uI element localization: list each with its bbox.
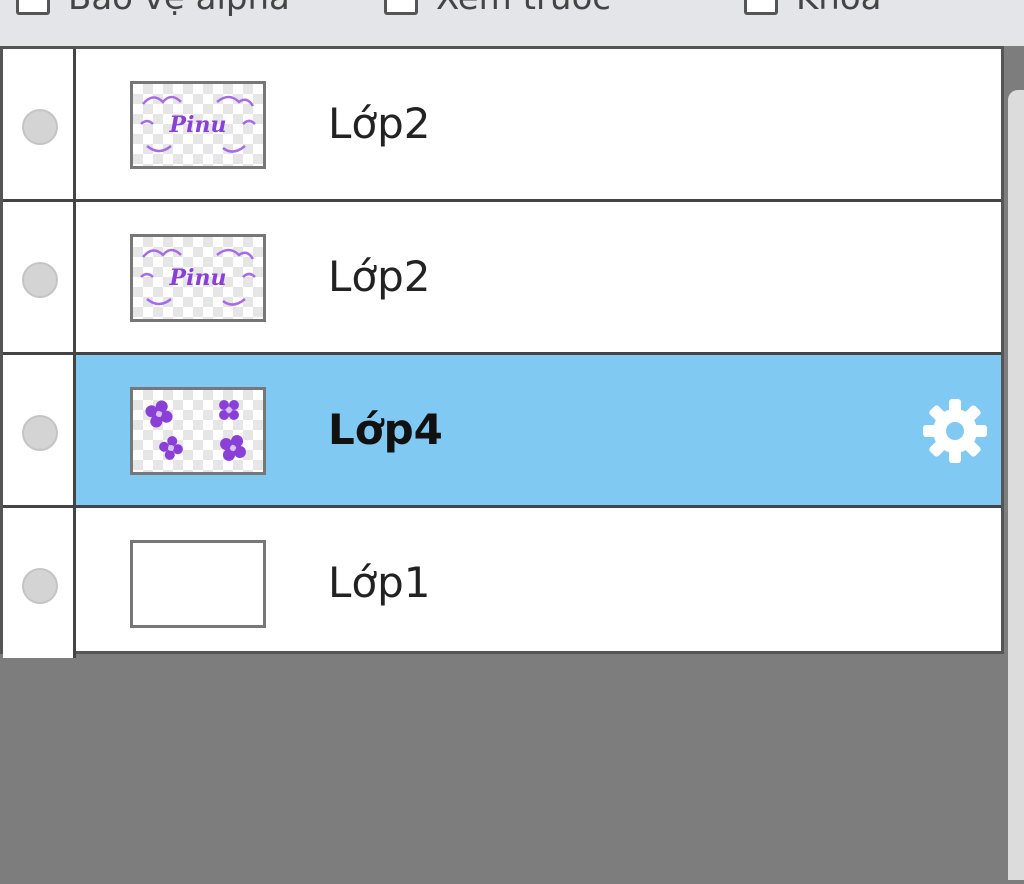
lock-checkbox[interactable] bbox=[744, 0, 778, 15]
alpha-protect-option[interactable]: Bảo vệ alpha bbox=[16, 0, 290, 18]
text-art-icon: Pinu bbox=[140, 95, 256, 153]
layer-row-main[interactable]: Pinu Lớp2 bbox=[76, 49, 1001, 199]
layer-name[interactable]: Lớp2 bbox=[328, 252, 430, 301]
layer-name[interactable]: Lớp2 bbox=[328, 99, 430, 148]
svg-text:Pinu: Pinu bbox=[169, 265, 227, 291]
gear-icon[interactable] bbox=[919, 395, 991, 467]
text-art-icon: Pinu bbox=[140, 248, 256, 306]
preview-label: Xem trước bbox=[436, 0, 611, 18]
layer-row[interactable]: Lớp1 bbox=[3, 508, 1001, 658]
svg-text:Pinu: Pinu bbox=[169, 112, 227, 138]
layer-row-main[interactable]: Pinu Lớp2 bbox=[76, 202, 1001, 352]
layer-name[interactable]: Lớp1 bbox=[328, 558, 430, 607]
layer-name[interactable]: Lớp4 bbox=[328, 405, 443, 454]
layer-thumbnail bbox=[130, 387, 266, 475]
alpha-protect-label: Bảo vệ alpha bbox=[68, 0, 290, 18]
layer-row[interactable]: Pinu Lớp2 bbox=[3, 49, 1001, 199]
visibility-cell[interactable] bbox=[3, 202, 76, 352]
preview-checkbox[interactable] bbox=[384, 0, 418, 15]
layer-row[interactable]: Pinu Lớp2 bbox=[3, 202, 1001, 352]
layer-row-selected[interactable]: Lớp4 bbox=[3, 355, 1001, 505]
flower-art-icon bbox=[145, 400, 246, 461]
visibility-cell[interactable] bbox=[3, 49, 76, 199]
visibility-cell[interactable] bbox=[3, 508, 76, 658]
visibility-dot-icon[interactable] bbox=[22, 415, 58, 451]
visibility-dot-icon[interactable] bbox=[22, 109, 58, 145]
alpha-protect-checkbox[interactable] bbox=[16, 0, 50, 15]
visibility-dot-icon[interactable] bbox=[22, 262, 58, 298]
layer-thumbnail: Pinu bbox=[130, 81, 266, 169]
visibility-cell[interactable] bbox=[3, 355, 76, 505]
preview-option[interactable]: Xem trước bbox=[384, 0, 611, 18]
scrollbar-thumb[interactable] bbox=[1008, 90, 1024, 880]
layer-options-bar: Bảo vệ alpha Xem trước Khóa bbox=[0, 0, 1024, 46]
visibility-dot-icon[interactable] bbox=[22, 568, 58, 604]
lock-option[interactable]: Khóa bbox=[744, 0, 881, 18]
layer-row-main[interactable]: Lớp1 bbox=[76, 508, 1001, 658]
layer-thumbnail bbox=[130, 540, 266, 628]
layer-thumbnail: Pinu bbox=[130, 234, 266, 322]
lock-label: Khóa bbox=[796, 0, 881, 18]
layer-row-main[interactable]: Lớp4 bbox=[76, 355, 1001, 505]
layer-list: Pinu Lớp2 Pinu Lớp2 Lớp4 Lớp1 bbox=[0, 46, 1004, 658]
